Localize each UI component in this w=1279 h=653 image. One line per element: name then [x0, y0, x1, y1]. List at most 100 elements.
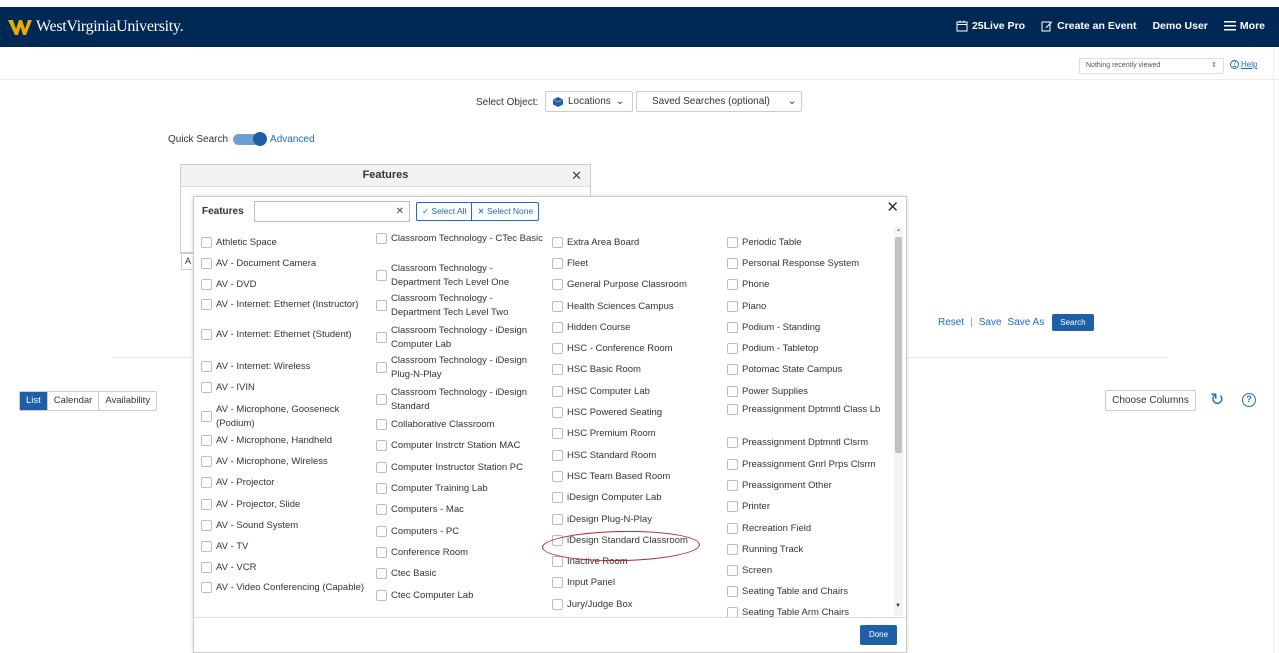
help-link[interactable]: ? Help [1230, 60, 1257, 69]
feature-option[interactable]: AV - Projector [201, 476, 369, 490]
feature-option[interactable]: AV - Document Camera [201, 257, 369, 271]
feature-checkbox[interactable] [727, 501, 738, 513]
nav-more[interactable]: More [1223, 20, 1265, 32]
feature-option[interactable]: HSC Team Based Room [552, 470, 720, 484]
feature-checkbox[interactable] [376, 394, 387, 405]
feature-checkbox[interactable] [727, 237, 738, 249]
feature-checkbox[interactable] [376, 233, 387, 245]
feature-checkbox[interactable] [201, 411, 212, 422]
close-icon[interactable]: ✕ [571, 168, 582, 184]
feature-option[interactable]: AV - Microphone, Handheld [201, 434, 369, 448]
feature-option[interactable]: AV - DVD [201, 278, 369, 292]
feature-checkbox[interactable] [552, 556, 563, 568]
feature-option[interactable]: AV - Internet: Wireless [201, 360, 369, 374]
feature-checkbox[interactable] [727, 364, 738, 376]
feature-checkbox[interactable] [376, 440, 387, 452]
refresh-icon[interactable]: ↻ [1210, 390, 1224, 410]
feature-checkbox[interactable] [727, 437, 738, 449]
feature-option[interactable]: Preassignment Other [727, 479, 895, 493]
feature-option[interactable]: Athletic Space [201, 236, 369, 250]
feature-option[interactable]: HSC Powered Seating [552, 406, 720, 420]
feature-checkbox[interactable] [201, 237, 212, 249]
search-button[interactable]: Search [1052, 314, 1094, 331]
feature-checkbox[interactable] [552, 364, 563, 376]
feature-checkbox[interactable] [201, 329, 212, 341]
feature-option[interactable]: AV - TV [201, 540, 369, 554]
feature-option[interactable]: HSC - Conference Room [552, 342, 720, 356]
scroll-down-icon[interactable]: ▼ [895, 603, 901, 609]
feature-checkbox[interactable] [201, 541, 212, 553]
feature-checkbox[interactable] [201, 520, 212, 532]
feature-option[interactable]: Printer [727, 500, 895, 514]
feature-option[interactable]: Piano [727, 300, 895, 314]
feature-option[interactable]: Preassignment Dptmntl Class Lb [727, 403, 895, 417]
feature-option[interactable]: Classroom Technology - iDesign Computer … [376, 324, 544, 351]
feature-option[interactable]: Phone [727, 278, 895, 292]
feature-option[interactable]: Extra Area Board [552, 236, 720, 250]
save-link[interactable]: Save [979, 317, 1002, 328]
feature-checkbox[interactable] [376, 590, 387, 602]
feature-option[interactable]: Screen [727, 564, 895, 578]
feature-option[interactable]: Potomac State Campus [727, 363, 895, 377]
feature-checkbox[interactable] [727, 301, 738, 313]
feature-option[interactable]: Fleet [552, 257, 720, 271]
feature-checkbox[interactable] [376, 332, 387, 343]
feature-checkbox[interactable] [552, 428, 563, 440]
feature-option[interactable]: iDesign Standard Classroom [552, 534, 720, 548]
feature-option[interactable]: Seating Table and Chairs [727, 585, 895, 599]
feature-option[interactable]: AV - Microphone, Gooseneck (Podium) [201, 403, 369, 430]
feature-option[interactable]: Personal Response System [727, 257, 895, 271]
feature-checkbox[interactable] [727, 480, 738, 492]
tab-calendar[interactable]: Calendar [48, 392, 100, 410]
feature-checkbox[interactable] [727, 459, 738, 471]
feature-option[interactable]: Recreation Field [727, 522, 895, 536]
feature-option[interactable]: Running Track [727, 543, 895, 557]
feature-checkbox[interactable] [376, 504, 387, 516]
feature-checkbox[interactable] [201, 279, 212, 291]
feature-checkbox[interactable] [552, 301, 563, 313]
feature-option[interactable]: AV - Internet: Ethernet (Student) [201, 328, 369, 342]
feature-option[interactable]: Computer Instrctr Station MAC [376, 439, 544, 453]
feature-checkbox[interactable] [552, 237, 563, 249]
feature-option[interactable]: HSC Standard Room [552, 449, 720, 463]
feature-option[interactable]: Classroom Technology - Department Tech L… [376, 262, 544, 289]
modal-scrollbar-thumb[interactable] [895, 237, 902, 453]
feature-option[interactable]: Computers - PC [376, 525, 544, 539]
feature-option[interactable]: Classroom Technology - iDesign Plug-N-Pl… [376, 354, 544, 381]
saved-searches-dropdown[interactable]: Saved Searches (optional) ⌄ [636, 91, 802, 112]
feature-checkbox[interactable] [376, 483, 387, 495]
scroll-up-icon[interactable]: ▲ [896, 227, 901, 233]
feature-checkbox[interactable] [376, 462, 387, 474]
feature-checkbox[interactable] [201, 456, 212, 468]
feature-checkbox[interactable] [376, 300, 387, 311]
feature-option[interactable]: Computer Training Lab [376, 482, 544, 496]
nav-user[interactable]: Demo User [1152, 20, 1207, 32]
mode-toggle-switch[interactable] [233, 132, 268, 146]
feature-option[interactable]: iDesign Computer Lab [552, 491, 720, 505]
feature-option[interactable]: Power Supplies [727, 385, 895, 399]
feature-option[interactable]: AV - Video Conferencing (Capable) [201, 581, 369, 595]
feature-checkbox[interactable] [201, 361, 212, 373]
page-scrollbar[interactable] [1273, 48, 1279, 653]
feature-option[interactable]: AV - Projector, Slide [201, 498, 369, 512]
feature-checkbox[interactable] [727, 258, 738, 270]
feature-checkbox[interactable] [552, 450, 563, 462]
feature-option[interactable]: Computer Instructor Station PC [376, 461, 544, 475]
feature-option[interactable]: Classroom Technology - Department Tech L… [376, 292, 544, 319]
reset-link[interactable]: Reset [938, 317, 964, 328]
feature-checkbox[interactable] [552, 514, 563, 526]
feature-checkbox[interactable] [376, 526, 387, 538]
tab-availability[interactable]: Availability [99, 392, 156, 410]
feature-checkbox[interactable] [552, 407, 563, 419]
help-icon[interactable]: ? [1242, 393, 1256, 407]
clear-icon[interactable]: ✕ [396, 206, 404, 217]
feature-option[interactable]: Podium - Tabletop [727, 342, 895, 356]
feature-option[interactable]: Input Panel [552, 576, 720, 590]
feature-option[interactable]: Conference Room [376, 546, 544, 560]
feature-option[interactable]: Inactive Room [552, 555, 720, 569]
feature-checkbox[interactable] [552, 386, 563, 398]
select-all-button[interactable]: ✓ Select All [417, 203, 473, 220]
done-button[interactable]: Done [860, 625, 897, 645]
feature-checkbox[interactable] [376, 419, 387, 431]
feature-checkbox[interactable] [376, 270, 387, 281]
